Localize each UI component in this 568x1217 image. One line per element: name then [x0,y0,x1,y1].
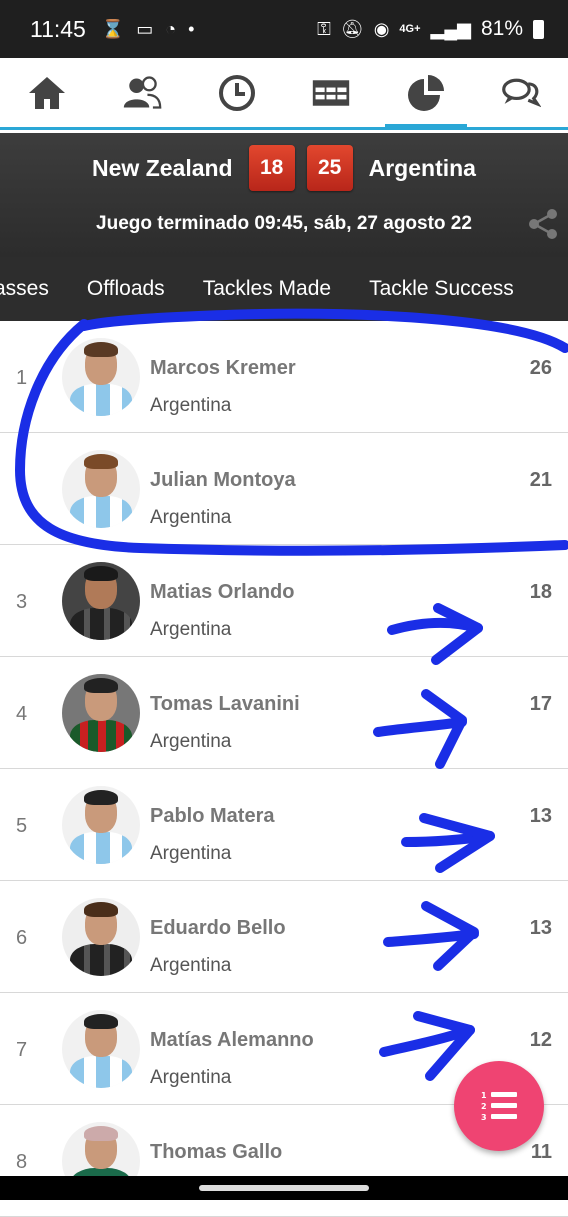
stat-value: 11 [530,1141,552,1163]
tab-stats[interactable] [379,58,474,130]
rank-number: 6 [16,927,28,949]
network-type: 4G+ [399,23,421,35]
stat-value: 26 [529,357,552,379]
stat-tab-tackle-success[interactable]: Tackle Success [350,277,533,301]
battery-icon [533,19,544,39]
player-country: Argentina [150,843,232,864]
stat-value: 12 [529,1029,552,1051]
system-icons: ⚿ 🔕︎ ◉ 4G+ ▂▄▆ 81% [317,17,544,41]
stat-tab-passes[interactable]: asses [0,277,68,301]
svg-text:2: 2 [481,1102,487,1111]
list-item[interactable]: 5 Pablo Matera Argentina 13 [0,769,568,881]
player-country: Argentina [150,395,232,416]
rank-number: 8 [16,1151,28,1173]
clock-icon [218,74,255,111]
player-avatar [62,1010,140,1088]
svg-text:3: 3 [481,1113,487,1122]
home-team-name: New Zealand [92,154,233,181]
away-score: 25 [306,145,353,191]
player-name: Tomas Lavanini [150,693,300,715]
pie-chart-icon [408,74,445,111]
stat-value: 21 [529,469,552,491]
player-avatar [62,562,140,640]
player-avatar [62,450,140,528]
stat-value: 18 [529,581,552,603]
player-name: Eduardo Bello [150,917,286,939]
away-team-name: Argentina [368,154,476,181]
player-name: Marcos Kremer [150,357,296,379]
player-avatar [62,898,140,976]
player-country: Argentina [150,955,232,976]
player-name: Matías Alemanno [150,1029,314,1051]
home-gesture-handle[interactable] [199,1185,369,1191]
list-item[interactable]: 6 Eduardo Bello Argentina 13 [0,881,568,993]
svg-text:1: 1 [481,1091,487,1100]
status-bar: 11:45 ⌛ ▭ ◔ • ⚿ 🔕︎ ◉ 4G+ ▂▄▆ 81% [0,0,568,58]
rank-number: 7 [16,1039,28,1061]
message-icon: ▭ [136,18,154,39]
home-icon [29,76,66,109]
home-score: 18 [248,145,295,191]
notification-icons: ⌛ ▭ ◔ • [102,19,195,40]
tab-home[interactable] [0,58,95,127]
data-saver-icon: ◔ [165,18,177,39]
player-name: Matias Orlando [150,581,295,603]
system-gesture-bar [0,1176,568,1200]
rank-number: 5 [16,815,28,837]
list-item[interactable]: Julian Montoya Argentina 21 [0,433,568,545]
battery-level: 81% [480,17,523,40]
tab-timeline[interactable] [189,58,284,127]
top-tab-bar [0,58,568,130]
tab-chat[interactable] [473,58,568,127]
stat-tab-offloads[interactable]: Offloads [68,277,184,301]
score-row: New Zealand 18 25 Argentina [0,145,568,191]
player-avatar [62,786,140,864]
hotspot-icon: ◉ [373,18,390,39]
hourglass-icon: ⌛ [101,18,125,39]
numbered-list-icon: 1 2 3 [481,1091,517,1122]
stat-category-tabs: asses Offloads Tackles Made Tackle Succe… [0,257,568,321]
player-name: Pablo Matera [150,805,275,827]
signal-icon: ▂▄▆ [430,18,471,39]
share-icon[interactable] [526,207,560,241]
stat-value: 17 [529,693,552,715]
player-name: Julian Montoya [150,469,296,491]
table-icon [313,79,350,106]
tab-standings[interactable] [284,58,379,127]
player-name: Thomas Gallo [150,1141,283,1163]
match-status: Juego terminado 09:45, sáb, 27 agosto 22 [96,213,472,234]
rank-number: 4 [16,703,28,725]
rank-number: 1 [16,367,28,389]
list-item[interactable]: 3 Matias Orlando Argentina 18 [0,545,568,657]
player-country: Argentina [150,619,232,640]
player-country: Argentina [150,1067,232,1088]
list-item[interactable]: 4 Tomas Lavanini Argentina 17 [0,657,568,769]
tab-players[interactable] [95,58,190,127]
rank-number: 3 [16,591,28,613]
player-avatar [62,674,140,752]
chat-icon [501,78,541,107]
key-icon: ⚿ [317,18,331,39]
mute-icon: 🔕︎ [340,18,364,39]
stat-value: 13 [529,805,552,827]
players-icon [123,75,162,109]
stat-value: 13 [529,917,552,939]
ranking-list-button[interactable]: 1 2 3 [454,1061,544,1151]
dot-icon: • [188,18,195,39]
player-avatar [62,338,140,416]
list-item[interactable]: 1 Marcos Kremer Argentina 26 [0,321,568,433]
match-header: New Zealand 18 25 Argentina Juego termin… [0,133,568,257]
stat-tab-tackles-made[interactable]: Tackles Made [184,277,350,301]
clock-time: 11:45 [30,15,86,42]
player-country: Argentina [150,507,232,528]
player-country: Argentina [150,731,232,752]
